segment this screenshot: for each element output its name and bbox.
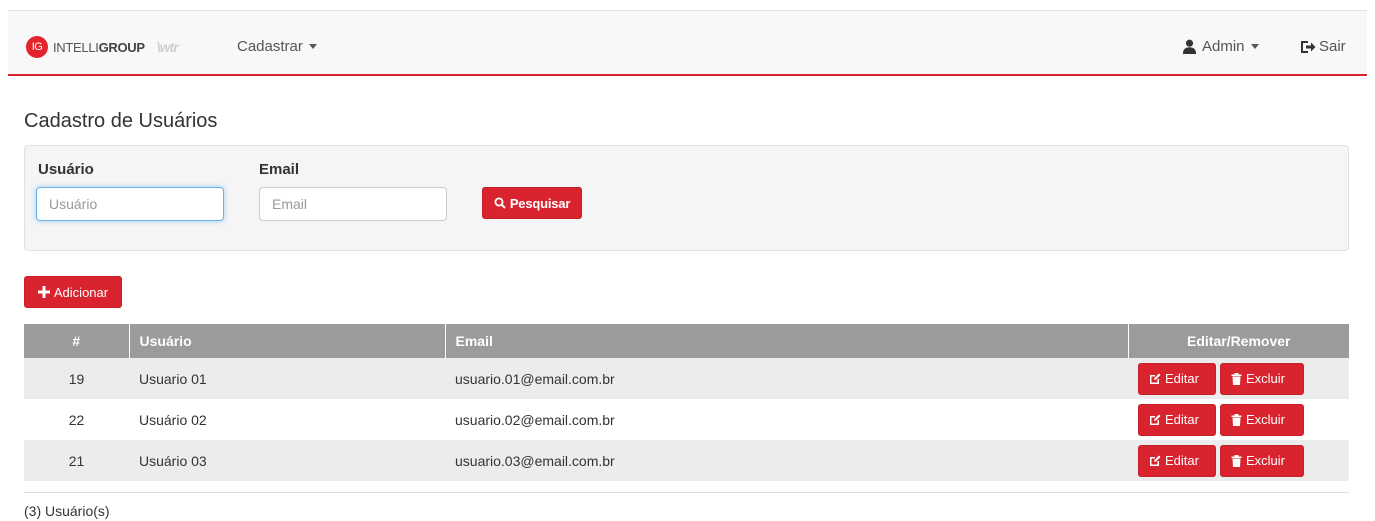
plus-icon (37, 286, 50, 298)
row-email: usuario.03@email.com.br (445, 440, 1128, 481)
delete-button-label: Excluir (1246, 371, 1286, 386)
column-header-id[interactable]: # (24, 324, 130, 358)
row-id: 22 (24, 399, 129, 440)
record-count: (3) Usuário(s) (24, 503, 110, 519)
brand-mark-icon: IG (26, 36, 48, 58)
email-search-input[interactable] (259, 187, 447, 221)
column-header-user[interactable]: Usuário (129, 324, 446, 358)
trash-icon (1231, 372, 1242, 385)
edit-icon (1150, 373, 1161, 384)
column-header-actions: Editar/Remover (1128, 324, 1349, 358)
delete-button[interactable]: Excluir (1220, 444, 1304, 477)
edit-button-label: Editar (1165, 453, 1199, 468)
search-button[interactable]: Pesquisar (482, 187, 582, 219)
delete-button-label: Excluir (1246, 453, 1286, 468)
menu-cadastrar-label: Cadastrar (237, 38, 303, 55)
table-divider (24, 492, 1349, 493)
logout-label: Sair (1319, 38, 1346, 55)
brand-name-light: INTELLI (53, 39, 99, 55)
logout-link[interactable]: Sair (1300, 38, 1346, 55)
add-user-button[interactable]: Adicionar (24, 276, 122, 308)
table-header-row: # Usuário Email Editar/Remover (24, 324, 1349, 358)
trash-icon (1231, 454, 1242, 467)
brand-logo[interactable]: IG INTELLIGROUP \wtr (26, 36, 179, 58)
row-id: 19 (24, 358, 129, 399)
users-table: # Usuário Email Editar/Remover 19 Usuari… (24, 324, 1349, 481)
row-email: usuario.02@email.com.br (445, 399, 1128, 440)
brand-name-bold: GROUP (98, 39, 145, 55)
edit-icon (1150, 414, 1161, 425)
search-filter-panel: Usuário Email Pesquisar (24, 145, 1349, 251)
column-header-email[interactable]: Email (445, 324, 1129, 358)
row-id: 21 (24, 440, 129, 481)
delete-button[interactable]: Excluir (1220, 362, 1304, 395)
edit-button-label: Editar (1165, 412, 1199, 427)
brand-sub-logo: \wtr (156, 39, 179, 55)
edit-button[interactable]: Editar (1138, 444, 1216, 477)
user-icon (1182, 39, 1197, 54)
delete-button-label: Excluir (1246, 412, 1286, 427)
delete-button[interactable]: Excluir (1220, 403, 1304, 436)
row-actions: Editar Excluir (1128, 440, 1349, 481)
search-button-label: Pesquisar (509, 195, 571, 211)
chevron-down-icon (1250, 44, 1259, 49)
row-email: usuario.01@email.com.br (445, 358, 1128, 399)
row-user: Usuário 03 (129, 440, 445, 481)
edit-button[interactable]: Editar (1138, 362, 1216, 395)
page-title: Cadastro de Usuários (24, 110, 218, 132)
row-actions: Editar Excluir (1128, 358, 1349, 399)
user-search-input[interactable] (36, 187, 224, 221)
edit-button[interactable]: Editar (1138, 403, 1216, 436)
row-actions: Editar Excluir (1128, 399, 1349, 440)
sign-out-icon (1301, 40, 1316, 53)
table-row: 19 Usuario 01 usuario.01@email.com.br Ed… (24, 358, 1349, 399)
edit-button-label: Editar (1165, 371, 1199, 386)
menu-cadastrar[interactable]: Cadastrar (237, 38, 317, 55)
user-menu-label: Admin (1202, 38, 1245, 55)
edit-icon (1150, 455, 1161, 466)
table-row: 22 Usuário 02 usuario.02@email.com.br Ed… (24, 399, 1349, 440)
top-navbar: IG INTELLIGROUP \wtr Cadastrar Admin Sai… (8, 10, 1367, 76)
user-menu[interactable]: Admin (1182, 38, 1259, 55)
email-filter-label: Email (259, 161, 300, 178)
row-user: Usuário 02 (129, 399, 445, 440)
search-icon (494, 197, 506, 209)
user-filter-label: Usuário (38, 161, 94, 178)
trash-icon (1231, 413, 1242, 426)
add-user-button-label: Adicionar (53, 284, 109, 300)
chevron-down-icon (308, 44, 317, 49)
brand-name: INTELLIGROUP (53, 40, 145, 55)
table-row: 21 Usuário 03 usuario.03@email.com.br Ed… (24, 440, 1349, 481)
row-user: Usuario 01 (129, 358, 445, 399)
